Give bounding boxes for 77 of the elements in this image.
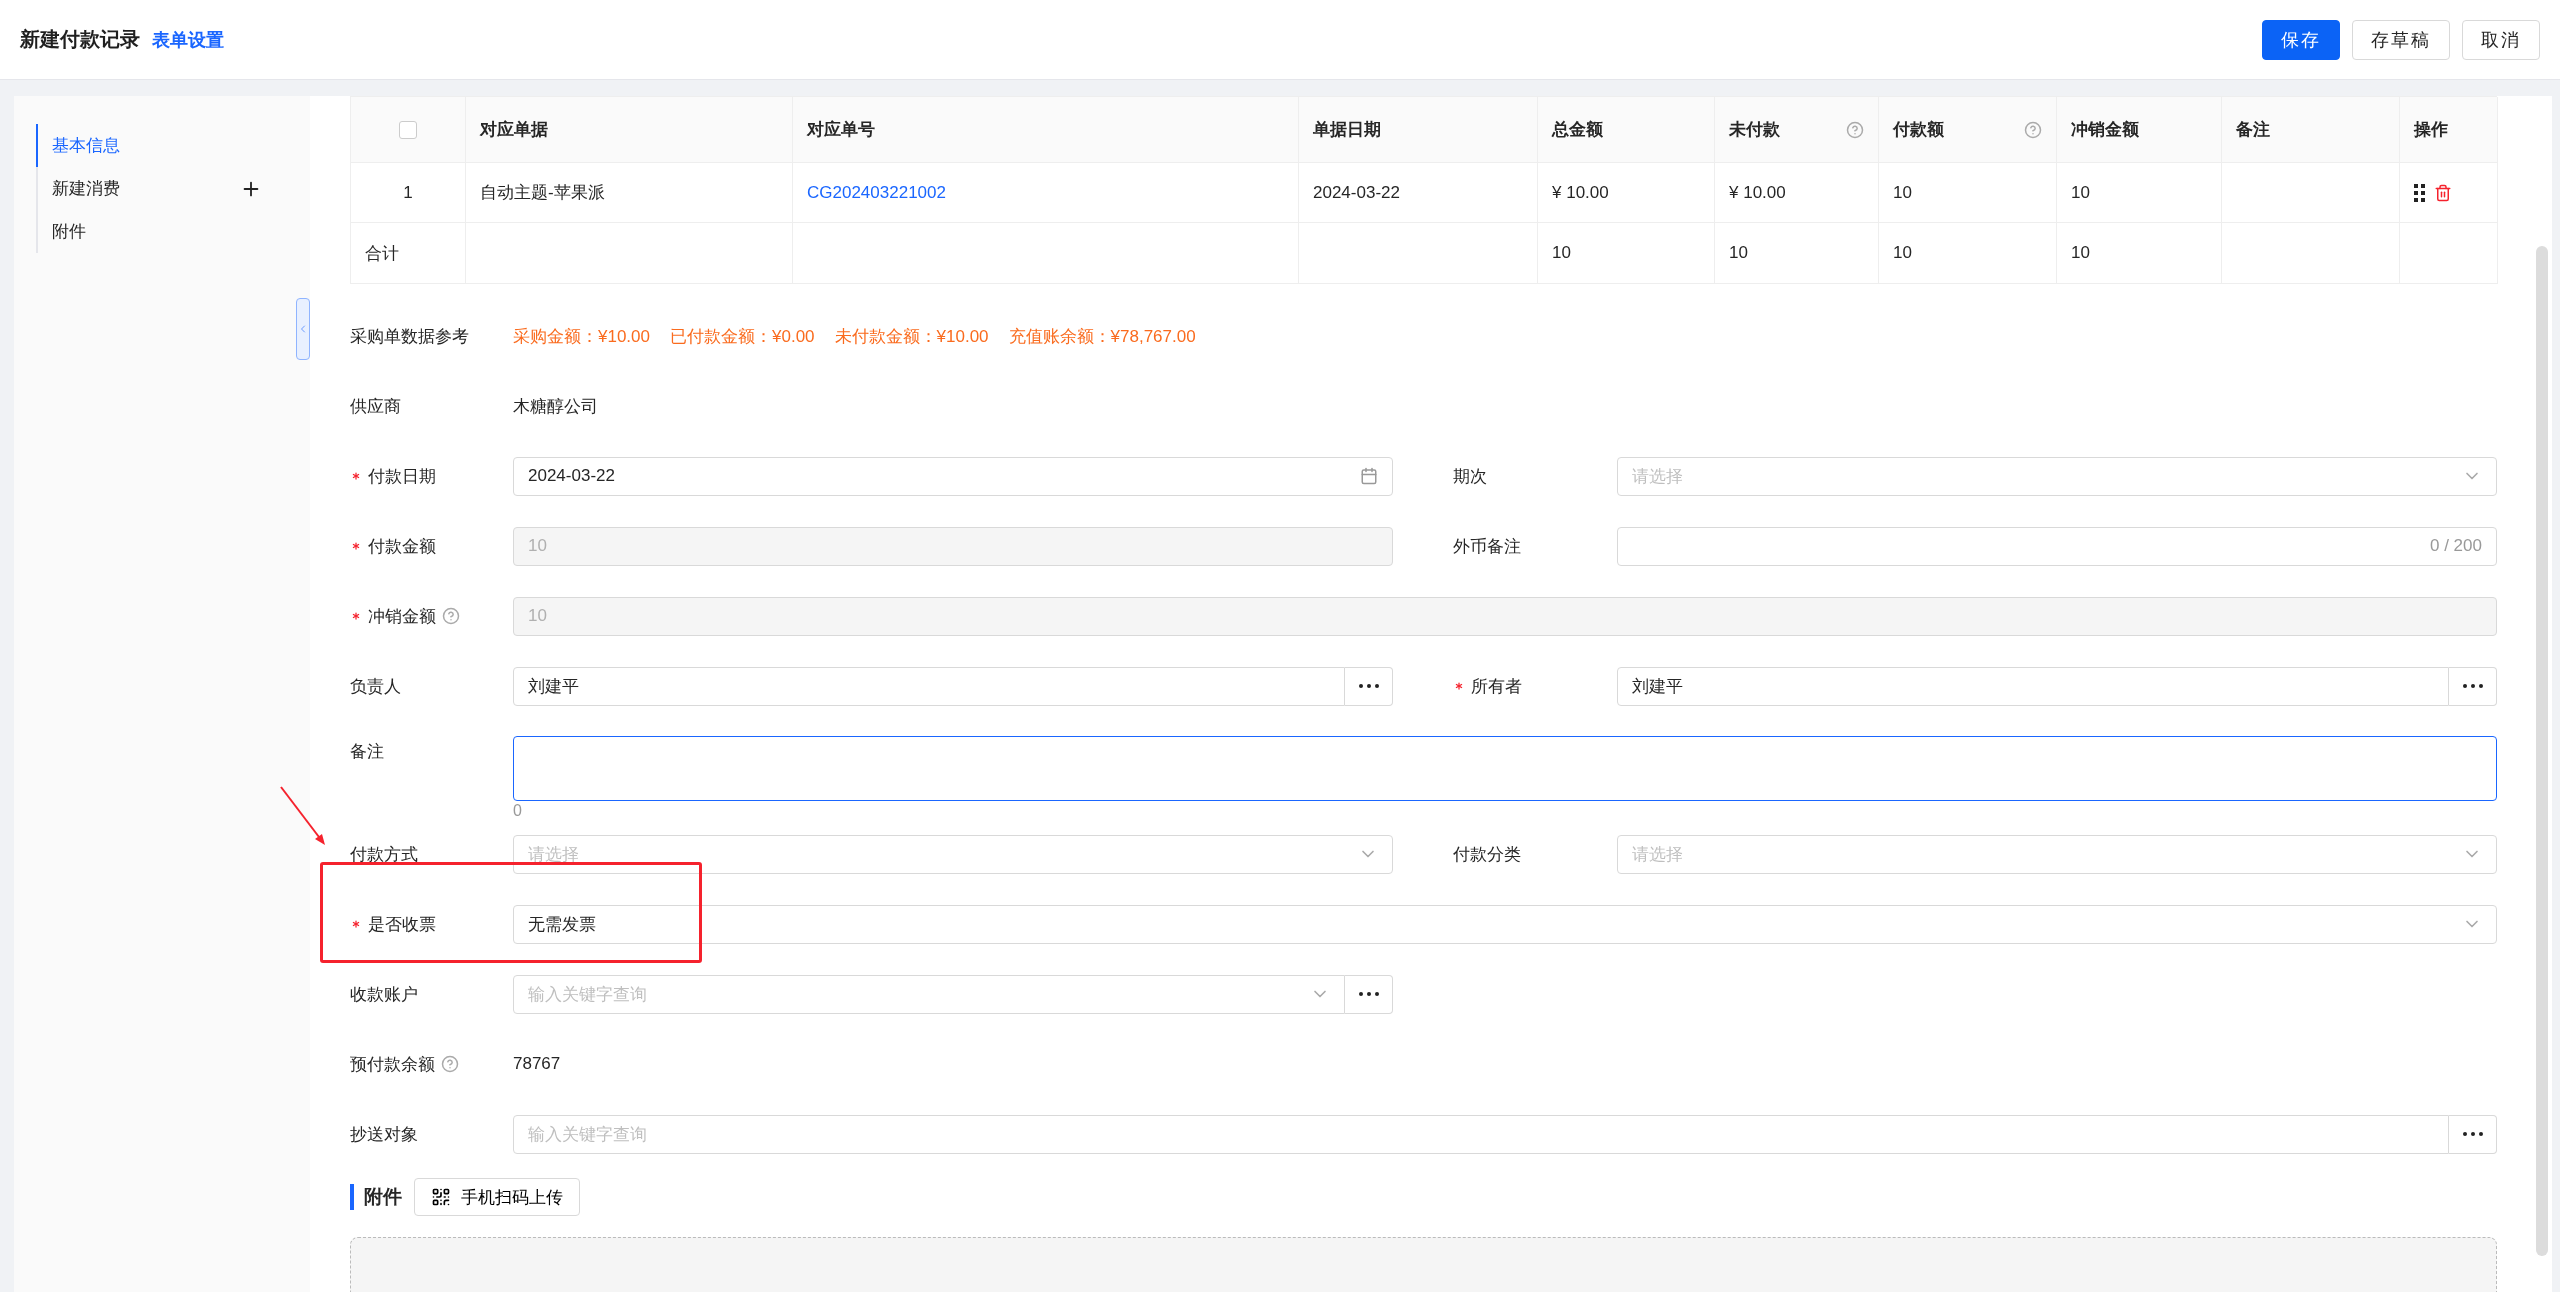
field-label: 付款金额 — [368, 535, 436, 558]
qr-code-icon — [431, 1187, 451, 1207]
table-cell: 10 — [1893, 182, 1912, 203]
total-cell: 10 — [1552, 243, 1571, 263]
table-cell: ¥ 10.00 — [1729, 182, 1786, 203]
more-button[interactable] — [1345, 666, 1393, 706]
field-value: 木糖醇公司 — [513, 396, 598, 416]
input-field[interactable]: 0 / 200 — [1617, 526, 2497, 566]
field-label: 备注 — [350, 741, 384, 763]
field-label: 冲销金额 — [368, 605, 436, 628]
field-label: 付款日期 — [368, 465, 436, 488]
total-cell: 10 — [1729, 243, 1748, 263]
column-header: 冲销金额 — [2071, 119, 2140, 141]
more-icon — [1358, 684, 1379, 688]
action-button[interactable]: 存草稿 — [2352, 19, 2450, 60]
scrollbar[interactable] — [2536, 246, 2548, 1256]
form-settings-link[interactable]: 表单设置 — [152, 27, 224, 52]
date-field[interactable]: 2024-03-22 — [513, 456, 1393, 496]
sidebar-item[interactable]: 基本信息 — [52, 134, 120, 157]
table-cell: 10 — [2071, 182, 2090, 203]
field-label: 负责人 — [350, 675, 401, 698]
drag-handle-icon[interactable] — [2414, 183, 2426, 202]
table-cell: ¥ 10.00 — [1552, 182, 1609, 203]
table-cell-text: 自动主题-苹果派 — [480, 182, 605, 204]
field-value: 78767 — [513, 1054, 561, 1073]
more-button[interactable] — [2449, 666, 2497, 706]
more-button[interactable] — [1345, 974, 1393, 1014]
checkbox[interactable] — [399, 120, 417, 139]
total-cell: 10 — [1893, 243, 1912, 263]
row-number: 1 — [403, 182, 413, 203]
document-link[interactable]: CG202403221002 — [807, 182, 946, 203]
field-label: 预付款余额 — [350, 1053, 435, 1076]
collapse-button[interactable] — [296, 298, 310, 360]
column-header: 未付款 — [1729, 119, 1781, 141]
section-title: 附件 — [350, 1184, 402, 1210]
lookup-field[interactable]: 刘建平 — [513, 666, 1345, 706]
delete-icon[interactable] — [2434, 183, 2452, 202]
field-label: 付款分类 — [1453, 843, 1521, 866]
more-icon — [2462, 1132, 2483, 1136]
more-button[interactable] — [2449, 1114, 2497, 1154]
reference-amount: 充值账余额：¥78,767.00 — [1008, 325, 1196, 348]
field-label: 是否收票 — [368, 913, 436, 936]
column-header: 单据日期 — [1313, 119, 1382, 141]
reference-amount: 采购金额：¥10.00 — [513, 325, 650, 348]
field-label: 供应商 — [350, 395, 401, 418]
select-field[interactable]: 无需发票 — [513, 904, 2497, 944]
action-button[interactable]: 取消 — [2462, 19, 2540, 60]
sidebar-item[interactable]: 新建消费 — [52, 177, 120, 200]
reference-amount: 未付款金额：¥10.00 — [834, 325, 989, 348]
arrow-annotation — [278, 785, 328, 847]
column-header: 付款额 — [1893, 119, 1945, 141]
primary-button[interactable]: 保存 — [2262, 19, 2340, 60]
field-label: 采购单数据参考 — [350, 325, 469, 348]
more-icon — [2462, 684, 2483, 688]
upload-button[interactable]: 手机扫码上传 — [414, 1178, 580, 1216]
field-label: 收款账户 — [350, 983, 418, 1006]
field-label: 所有者 — [1471, 675, 1522, 698]
table-cell: 2024-03-22 — [1313, 182, 1400, 203]
column-header: 备注 — [2236, 119, 2271, 141]
column-header: 对应单号 — [807, 119, 876, 141]
textarea-field[interactable] — [513, 736, 2497, 801]
field-label: 外币备注 — [1453, 535, 1521, 558]
character-counter: 0 — [513, 802, 522, 819]
field-label: 抄送对象 — [350, 1123, 418, 1146]
page-title: 新建付款记录 — [20, 27, 140, 52]
more-icon — [1358, 992, 1379, 996]
field-label: 期次 — [1453, 465, 1487, 488]
column-header: 对应单据 — [480, 119, 549, 141]
sidebar-item[interactable]: 附件 — [52, 220, 86, 243]
field-label: 付款方式 — [350, 843, 418, 866]
reference-amount: 已付款金额：¥0.00 — [670, 325, 815, 348]
calendar-icon — [1360, 467, 1378, 485]
total-label: 合计 — [365, 242, 399, 265]
column-header: 总金额 — [1552, 119, 1604, 141]
column-header: 操作 — [2414, 119, 2449, 141]
lookup-field[interactable]: 刘建平 — [1617, 666, 2449, 706]
total-cell: 10 — [2071, 243, 2090, 263]
